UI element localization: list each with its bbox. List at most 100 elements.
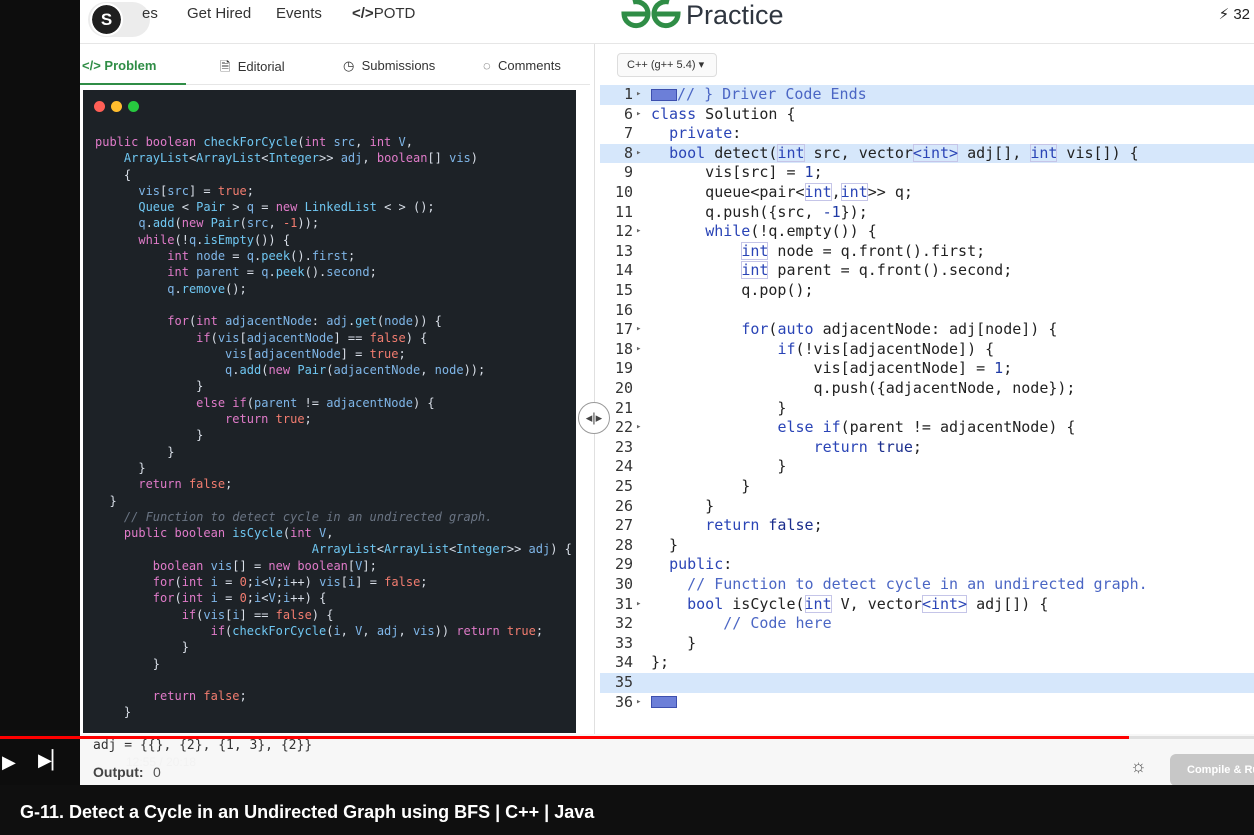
code-line[interactable]: 30 // Function to detect cycle in an und… [600,575,1254,595]
code-text: vis[adjacentNode] = 1; [651,359,1013,378]
line-number: 17 [614,320,633,339]
nav-item-courses[interactable]: es [142,5,158,22]
fold-arrow-icon[interactable]: ▸ [636,320,646,340]
profile-toggle[interactable]: S [88,2,150,37]
line-number: 24 [614,457,633,476]
code-line[interactable]: 33 } [600,634,1254,654]
next-icon[interactable]: ▶▏ [38,750,66,771]
fold-arrow-icon[interactable]: ▸ [636,222,646,242]
tab-problem[interactable]: </> Problem [82,58,156,73]
code-line[interactable]: 17 ▸ for(auto adjacentNode: adj[node]) { [600,320,1254,340]
code-line[interactable]: 19 vis[adjacentNode] = 1; [600,359,1254,379]
code-line[interactable]: 13 int node = q.front().first; [600,242,1254,262]
line-number: 6 [623,104,633,123]
code-line[interactable]: 8 ▸ bool detect(int src, vector<int> adj[… [600,143,1254,164]
tab-label: Submissions [361,58,436,73]
nav-item-get-hired[interactable]: Get Hired [187,5,251,22]
line-number: 23 [614,437,633,456]
streak-counter[interactable]: ⚡ 32 [1219,5,1250,23]
code-line[interactable]: 11 q.push({src, -1}); [600,203,1254,223]
nav-item-potd[interactable]: </>POTD [352,5,415,22]
code-line[interactable]: 10 queue<pair<int,int>> q; [600,183,1254,203]
code-text: bool isCycle(int V, vector<int> adj[]) { [687,594,1049,613]
code-text: return false; [705,516,823,535]
line-number: 32 [614,614,633,633]
video-title: G-11. Detect a Cycle in an Undirected Gr… [20,802,595,822]
tab-submissions[interactable]: ◷ Submissions [343,58,435,74]
code-line[interactable]: 24 } [600,457,1254,477]
problem-tabs: </> Problem 🗎 Editorial ◷ Submissions ◌ … [80,45,590,85]
code-line[interactable]: 32 // Code here [600,614,1254,634]
code-line[interactable]: 18 ▸ if(!vis[adjacentNode]) { [600,340,1254,360]
code-line[interactable]: 15 q.pop(); [600,281,1254,301]
video-title-bar: G-11. Detect a Cycle in an Undirected Gr… [0,785,1254,835]
fold-arrow-icon[interactable]: ▸ [636,693,646,713]
code-line[interactable]: 34}; [600,653,1254,673]
code-text: } [651,535,679,554]
code-line[interactable]: 31 ▸ bool isCycle(int V, vector<int> adj[… [600,595,1254,615]
line-number: 20 [614,379,633,397]
code-line[interactable]: 1 ▸// } Driver Code Ends [600,85,1254,105]
clock-icon: ◷ [343,58,355,73]
line-number: 33 [614,633,633,652]
window-close-dot-icon [94,101,105,112]
gfg-logo-icon[interactable] [620,0,682,31]
code-line[interactable]: 29 public: [600,555,1254,575]
nav-item-events[interactable]: Events [276,5,322,22]
split-resize-handle-icon[interactable]: ◂|▸ [578,402,610,434]
line-number: 1 [623,85,633,103]
chevron-down-icon: ▾ [698,59,705,71]
fold-arrow-icon[interactable]: ▸ [636,595,646,615]
fold-arrow-icon[interactable]: ▸ [636,85,646,105]
code-text: } [651,477,751,495]
code-line[interactable]: 12 ▸ while(!q.empty()) { [600,222,1254,242]
line-number: 15 [614,281,633,299]
code-line[interactable]: 22 ▸ else if(parent != adjacentNode) { [600,418,1254,438]
code-line[interactable]: 16 [600,301,1254,321]
code-line[interactable]: 36 ▸ [600,693,1254,713]
play-icon[interactable]: ▶ [2,752,16,773]
code-line[interactable]: 27 return false; [600,516,1254,536]
code-line[interactable]: 9 vis[src] = 1; [600,163,1254,183]
chat-icon: ◌ [483,58,491,73]
code-text [651,693,677,713]
line-number: 29 [614,555,633,574]
code-line[interactable]: 26 } [600,497,1254,517]
line-number: 19 [614,359,633,378]
window-maximize-dot-icon [128,101,139,112]
compile-run-button[interactable]: Compile & Ru [1170,754,1254,785]
code-text: queue<pair<int,int>> q; [651,183,913,201]
tab-label: Editorial [237,59,285,74]
code-line[interactable]: 23 return true; [600,438,1254,458]
code-text: else if(parent != adjacentNode) { [777,418,1076,437]
tab-comments[interactable]: ◌ Comments [483,58,561,73]
code-line[interactable]: 21 } [600,399,1254,419]
line-number: 25 [614,477,633,495]
logo-text: Practice [686,0,784,30]
fold-arrow-icon[interactable]: ▸ [636,144,646,164]
language-select[interactable]: C++ (g++ 5.4) ▾ [617,53,717,77]
code-line[interactable]: 28 } [600,536,1254,556]
code-editor[interactable]: 1 ▸// } Driver Code Ends 6 ▸ class Solution … [600,84,1254,734]
line-number: 28 [614,535,633,554]
code-text: for(auto adjacentNode: adj[node]) { [741,320,1058,339]
fold-arrow-icon[interactable]: ▸ [636,340,646,360]
fold-arrow-icon[interactable]: ▸ [636,418,646,438]
line-number: 14 [614,261,633,280]
pane-divider[interactable] [594,44,595,734]
code-text: return true; [813,437,922,456]
code-line[interactable]: 6 ▸ class Solution { [600,105,1254,125]
code-line[interactable]: 35 [600,673,1254,693]
line-number: 30 [614,575,633,593]
code-text: class Solution { [651,104,796,123]
code-line[interactable]: 14 int parent = q.front().second; [600,261,1254,281]
code-text: private: [669,124,742,143]
code-line[interactable]: 20 q.push({adjacentNode, node}); [600,379,1254,399]
line-number: 10 [614,183,633,201]
lightbulb-icon[interactable]: ☼ [1130,756,1147,777]
line-number: 35 [614,673,633,691]
code-line[interactable]: 7 private: [600,124,1254,144]
code-line[interactable]: 25 } [600,477,1254,497]
fold-arrow-icon[interactable]: ▸ [636,105,646,125]
tab-editorial[interactable]: 🗎 Editorial [220,58,285,80]
